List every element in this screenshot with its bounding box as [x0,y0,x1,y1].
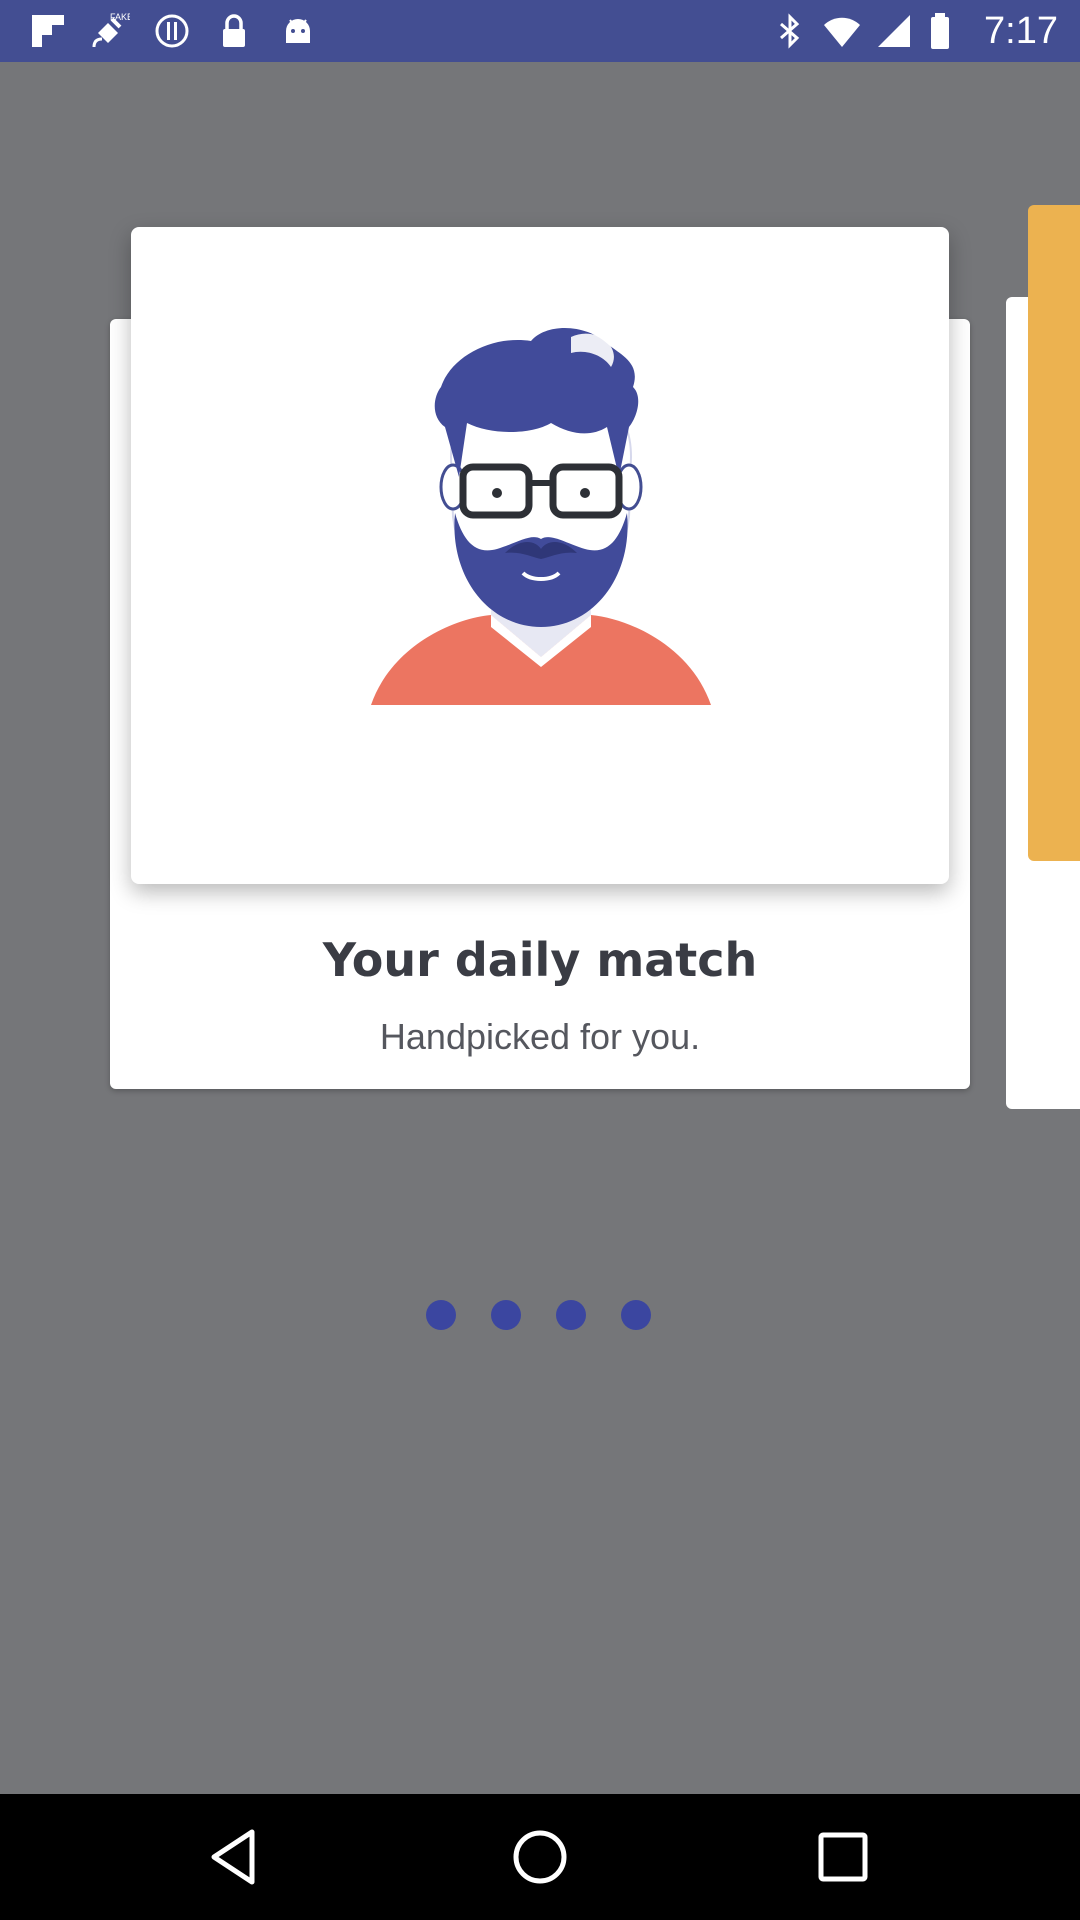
card-illustration-frame [131,227,949,884]
page-dot-1[interactable] [426,1300,456,1330]
page-dot-3[interactable] [556,1300,586,1330]
svg-text:FAKE: FAKE [110,12,130,22]
recents-icon[interactable] [806,1820,880,1894]
page-dot-4[interactable] [621,1300,651,1330]
card-title: Your daily match [322,933,758,987]
page-dot-2[interactable] [491,1300,521,1330]
info-icon [155,14,189,48]
battery-icon [931,13,949,49]
card-subtitle: Handpicked for you. [379,1016,701,1057]
wifi-icon [824,17,860,47]
fake-gps-icon: FAKE [92,12,130,48]
status-bar: FAKE 7:17 [0,0,1080,62]
status-time: 7:17 [984,10,1058,52]
signal-icon [878,15,910,47]
navigation-bar [0,1794,1080,1920]
bearded-man-avatar [371,327,711,705]
next-card-illustration [1028,205,1080,861]
android-icon [286,19,310,43]
bluetooth-icon [780,13,800,49]
back-icon[interactable] [200,1820,274,1894]
page-indicator [0,1290,1080,1330]
flipboard-icon [32,15,64,47]
home-icon[interactable] [503,1820,577,1894]
lock-icon [223,14,245,47]
